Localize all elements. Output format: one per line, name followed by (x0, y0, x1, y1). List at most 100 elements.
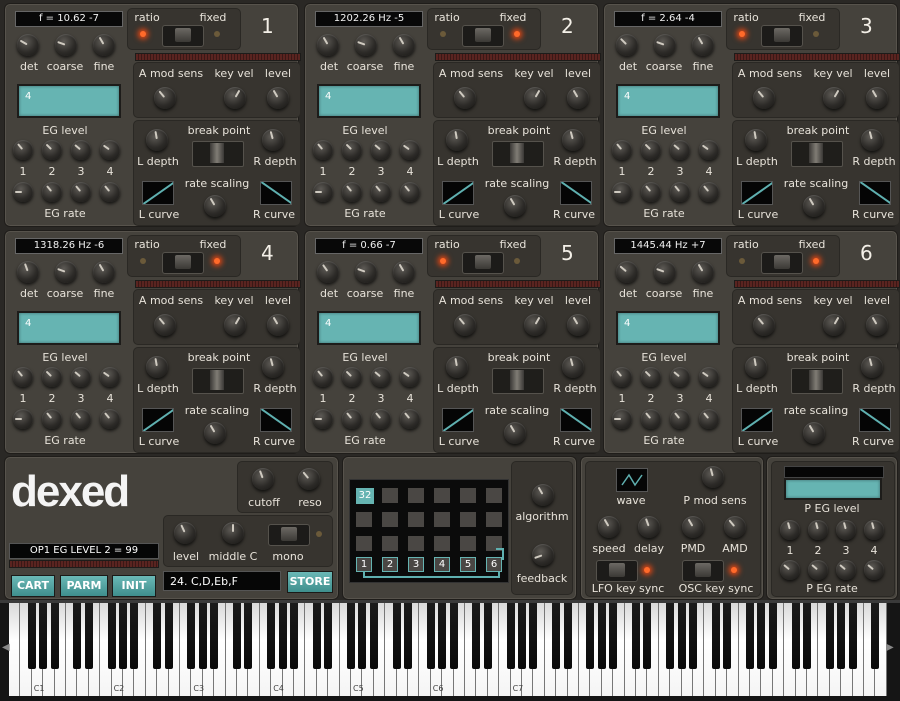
black-key[interactable] (347, 603, 355, 669)
det-knob[interactable] (17, 261, 39, 283)
eg-level-knob-1[interactable] (313, 367, 333, 387)
black-key[interactable] (677, 603, 686, 669)
eg-rate-knob-1[interactable] (13, 182, 33, 202)
pmd-knob[interactable] (682, 516, 704, 538)
output-level-knob[interactable] (174, 522, 196, 544)
break-point-slider[interactable] (192, 368, 244, 394)
black-key[interactable] (290, 603, 298, 669)
l-depth-knob[interactable] (745, 129, 767, 151)
l-curve-display[interactable] (142, 181, 174, 205)
r-depth-knob[interactable] (262, 129, 284, 151)
eg-rate-knob-4[interactable] (100, 409, 120, 429)
key-vel-knob[interactable] (224, 87, 246, 109)
break-point-slider[interactable] (492, 141, 544, 167)
black-key[interactable] (426, 603, 435, 669)
rate-scaling-knob[interactable] (204, 422, 226, 444)
r-depth-knob[interactable] (562, 356, 584, 378)
lfo-key-sync-switch[interactable] (596, 560, 638, 582)
mono-switch[interactable] (268, 524, 310, 546)
init-button[interactable]: INIT (112, 575, 156, 597)
a-mod-sens-knob[interactable] (454, 87, 476, 109)
eg-rate-knob-3[interactable] (371, 409, 391, 429)
black-key[interactable] (119, 603, 127, 669)
black-key[interactable] (563, 603, 572, 669)
det-knob[interactable] (317, 34, 339, 56)
black-key[interactable] (757, 603, 766, 669)
eg-rate-knob-2[interactable] (641, 409, 661, 429)
black-key[interactable] (803, 603, 811, 669)
black-key[interactable] (552, 603, 561, 669)
rate-scaling-knob[interactable] (803, 422, 825, 444)
l-depth-knob[interactable] (446, 356, 468, 378)
eg-rate-knob-2[interactable] (342, 409, 362, 429)
black-key[interactable] (689, 603, 697, 669)
r-depth-knob[interactable] (562, 129, 584, 151)
eg-rate-knob-2[interactable] (342, 182, 362, 202)
eg-rate-knob-1[interactable] (313, 182, 333, 202)
coarse-knob[interactable] (355, 34, 377, 56)
eg-level-knob-2[interactable] (42, 140, 62, 160)
det-knob[interactable] (17, 34, 39, 56)
eg-rate-knob-2[interactable] (641, 182, 661, 202)
eg-level-knob-3[interactable] (371, 367, 391, 387)
r-curve-display[interactable] (560, 181, 592, 205)
store-button[interactable]: STORE (287, 571, 333, 593)
coarse-knob[interactable] (654, 261, 676, 283)
op-level-knob[interactable] (866, 87, 888, 109)
eg-rate-knob-1[interactable] (13, 409, 33, 429)
eg-rate-knob-2[interactable] (42, 409, 62, 429)
r-depth-knob[interactable] (861, 129, 883, 151)
black-key[interactable] (746, 603, 754, 669)
r-curve-display[interactable] (260, 408, 292, 432)
l-depth-knob[interactable] (446, 129, 468, 151)
eg-rate-knob-1[interactable] (612, 182, 632, 202)
l-curve-display[interactable] (142, 408, 174, 432)
black-key[interactable] (187, 603, 196, 669)
ratio-fixed-switch[interactable] (462, 25, 504, 47)
eg-rate-knob-3[interactable] (371, 182, 391, 202)
eg-level-knob-2[interactable] (342, 367, 362, 387)
black-key[interactable] (312, 603, 321, 669)
black-key[interactable] (791, 603, 800, 669)
fine-knob[interactable] (692, 261, 714, 283)
rate-scaling-knob[interactable] (204, 195, 226, 217)
eg-level-knob-3[interactable] (371, 140, 391, 160)
eg-rate-knob-1[interactable] (612, 409, 632, 429)
a-mod-sens-knob[interactable] (154, 87, 176, 109)
eg-level-knob-1[interactable] (612, 140, 632, 160)
black-key[interactable] (632, 603, 640, 669)
black-key[interactable] (506, 603, 515, 669)
black-key[interactable] (50, 603, 59, 669)
wave-display[interactable] (616, 468, 648, 492)
black-key[interactable] (837, 603, 846, 669)
eg-rate-knob-1[interactable] (313, 409, 333, 429)
speed-knob[interactable] (598, 516, 620, 538)
eg-level-knob-2[interactable] (42, 367, 62, 387)
black-key[interactable] (848, 603, 857, 669)
break-point-slider[interactable] (192, 141, 244, 167)
black-key[interactable] (84, 603, 93, 669)
key-vel-knob[interactable] (224, 314, 246, 336)
black-key[interactable] (392, 603, 401, 669)
det-knob[interactable] (317, 261, 339, 283)
amd-knob[interactable] (724, 516, 746, 538)
eg-level-knob-3[interactable] (670, 367, 690, 387)
delay-knob[interactable] (638, 516, 660, 538)
eg-rate-knob-4[interactable] (400, 182, 420, 202)
a-mod-sens-knob[interactable] (753, 314, 775, 336)
a-mod-sens-knob[interactable] (154, 314, 176, 336)
eg-level-knob-4[interactable] (699, 367, 719, 387)
r-depth-knob[interactable] (262, 356, 284, 378)
l-curve-display[interactable] (741, 408, 773, 432)
black-key[interactable] (711, 603, 720, 669)
coarse-knob[interactable] (654, 34, 676, 56)
eg-rate-knob-4[interactable] (699, 182, 719, 202)
black-key[interactable] (768, 603, 777, 669)
black-key[interactable] (73, 603, 82, 669)
eg-rate-knob-4[interactable] (100, 182, 120, 202)
op-level-knob[interactable] (567, 87, 589, 109)
l-curve-display[interactable] (442, 181, 474, 205)
rate-scaling-knob[interactable] (803, 195, 825, 217)
p-eg-level-knob-3[interactable] (836, 520, 856, 540)
fine-knob[interactable] (93, 261, 115, 283)
